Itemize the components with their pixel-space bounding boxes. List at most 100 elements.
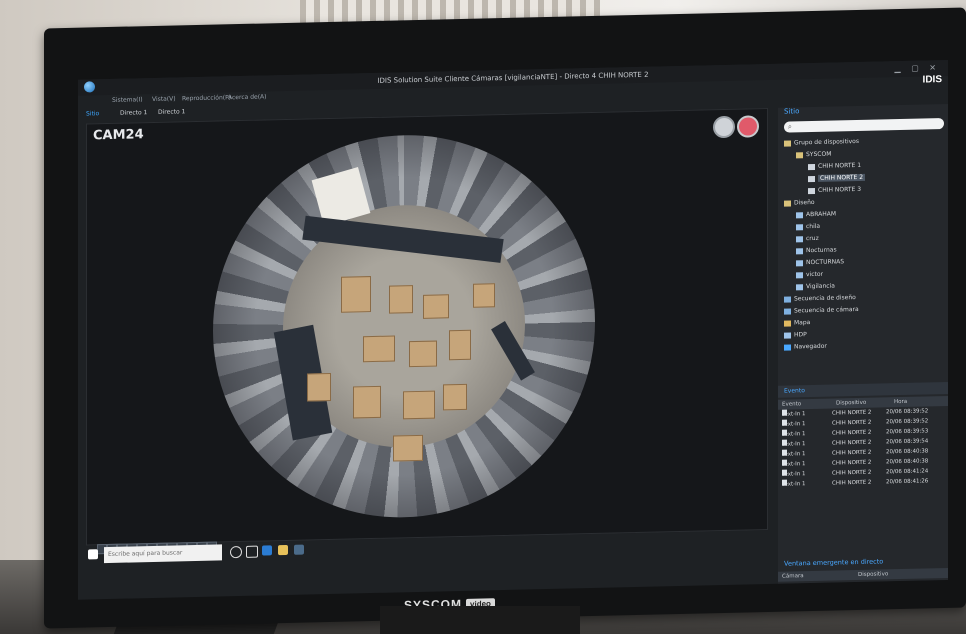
layout-icon xyxy=(796,211,803,218)
cardboard-box xyxy=(449,329,471,361)
record-icon[interactable] xyxy=(737,115,759,138)
document-icon xyxy=(782,439,787,446)
col-camara[interactable]: Cámara xyxy=(782,571,804,581)
event-device: CHIH NORTE 2 xyxy=(832,479,872,487)
tree-item-label: cruz xyxy=(806,234,819,243)
ptz-icon[interactable] xyxy=(713,115,735,139)
event-type: Text-In 1 xyxy=(782,459,805,470)
tree-item-label: Mapa xyxy=(794,319,811,327)
app-logo-icon xyxy=(84,81,95,93)
tree-item-label: Navegador xyxy=(794,342,827,351)
folder-icon xyxy=(784,140,791,147)
layout-icon xyxy=(796,259,803,266)
layout-icon xyxy=(796,235,803,242)
menu-sistema[interactable]: Sistema(I) xyxy=(112,96,143,104)
layout-icon xyxy=(796,271,803,278)
menu-vista[interactable]: Vista(V) xyxy=(152,95,176,103)
tab-sitio[interactable]: Sitio xyxy=(86,110,99,117)
tree-item-label: Diseño xyxy=(794,198,815,207)
tree-item-label: victor xyxy=(806,270,824,279)
recorder-icon xyxy=(808,175,815,182)
folder-icon xyxy=(784,200,791,207)
file-explorer-icon[interactable] xyxy=(278,544,288,556)
cardboard-box xyxy=(403,390,435,420)
search-icon: ⌕ xyxy=(788,122,792,131)
document-icon xyxy=(782,419,787,426)
brand-logo: IDIS xyxy=(922,74,942,86)
event-type: Text-In 1 xyxy=(782,449,805,460)
cardboard-box xyxy=(423,294,449,319)
layout-icon xyxy=(796,283,803,290)
tree-item-label: Vigilancia xyxy=(806,282,835,291)
tree-item-label: chila xyxy=(806,222,821,231)
event-type: Text-In 1 xyxy=(782,419,805,430)
popup-table-header: Cámara Dispositivo xyxy=(778,567,948,582)
tree-item[interactable]: Navegador xyxy=(784,338,944,354)
tree-item-label: Secuencia de diseño xyxy=(794,294,856,303)
cardboard-box xyxy=(307,372,331,402)
event-time: 20/06 08:41:26 xyxy=(886,478,929,486)
layout-icon xyxy=(796,223,803,230)
task-view-icon[interactable] xyxy=(246,545,258,558)
col-evento[interactable]: Evento xyxy=(782,399,801,409)
tab-directo-1[interactable]: Directo 1 xyxy=(120,109,147,117)
tree-item-label: Grupo de dispositivos xyxy=(794,137,859,147)
tree-item-label: CHIH NORTE 3 xyxy=(818,185,862,194)
cardboard-box xyxy=(409,340,437,368)
tree-item-label: CHIH NORTE 2 xyxy=(818,173,866,182)
tree-item-label: Secuencia de cámara xyxy=(794,305,859,315)
cardboard-box xyxy=(341,276,371,313)
document-icon xyxy=(782,429,787,436)
live-video-panel[interactable]: CAM24 xyxy=(86,108,768,555)
taskbar-search[interactable]: Escribe aquí para buscar xyxy=(104,544,222,564)
windows-start-icon[interactable] xyxy=(88,549,98,560)
event-type: Text-In 1 xyxy=(782,439,805,450)
document-icon xyxy=(782,469,787,476)
recorder-icon xyxy=(808,187,815,194)
tree-item-label: SYSCOM xyxy=(806,150,832,159)
tree-item-label: HDP xyxy=(794,331,807,339)
tree-item-label: CHIH NORTE 1 xyxy=(818,161,862,170)
sequence-icon xyxy=(784,296,791,303)
col-hora[interactable]: Hora xyxy=(894,397,907,407)
cardboard-box xyxy=(353,385,381,419)
menu-acerca[interactable]: Acerca de(A) xyxy=(228,93,267,101)
event-type: Text-In 1 xyxy=(782,409,805,420)
cardboard-box xyxy=(443,383,467,411)
tree-item-label: ABRAHAM xyxy=(806,210,837,219)
fisheye-camera-image xyxy=(213,130,595,522)
edge-icon[interactable] xyxy=(262,545,272,556)
col-dispositivo[interactable]: Dispositivo xyxy=(836,398,866,409)
site-tree: Grupo de dispositivos SYSCOM CHIH NORTE 1 C… xyxy=(784,134,944,354)
hdp-icon xyxy=(784,332,791,339)
event-type: Text-In 1 xyxy=(782,469,805,480)
document-icon xyxy=(782,449,787,456)
cardboard-box xyxy=(473,283,495,308)
cardboard-box xyxy=(393,434,423,462)
tab-directo-1b[interactable]: Directo 1 xyxy=(158,108,185,116)
browser-icon xyxy=(784,344,791,351)
sequence-icon xyxy=(784,308,791,315)
col-dispositivo-popup[interactable]: Dispositivo xyxy=(858,569,888,580)
site-panel-title: Sitio xyxy=(784,107,800,116)
event-type: Text-In 1 xyxy=(782,429,805,440)
event-panel-title: Evento xyxy=(778,381,948,398)
tree-item-label: NOCTURNAS xyxy=(806,258,845,267)
recorder-icon xyxy=(808,163,815,170)
cardboard-box xyxy=(363,335,395,363)
document-icon xyxy=(782,409,787,416)
map-icon xyxy=(784,320,791,327)
document-icon xyxy=(782,479,787,486)
monitor: IDIS Solution Suite Cliente Cámaras [vig… xyxy=(44,7,966,629)
site-panel: Sitio ⌕ Grupo de dispositivos SYSCOM CHIH … xyxy=(778,103,948,584)
event-type: Text-In 1 xyxy=(782,479,805,490)
folder-icon xyxy=(796,151,803,158)
idis-app-icon[interactable] xyxy=(294,544,304,555)
popup-panel-title: Ventana emergente en directo xyxy=(784,557,884,568)
menu-reproduccion[interactable]: Reproducción(P) xyxy=(182,94,231,102)
site-search-input[interactable]: ⌕ xyxy=(784,118,944,133)
monitor-stand xyxy=(380,606,580,634)
cortana-icon[interactable] xyxy=(230,545,242,559)
screen: IDIS Solution Suite Cliente Cámaras [vig… xyxy=(78,59,948,600)
cardboard-box xyxy=(389,285,413,314)
